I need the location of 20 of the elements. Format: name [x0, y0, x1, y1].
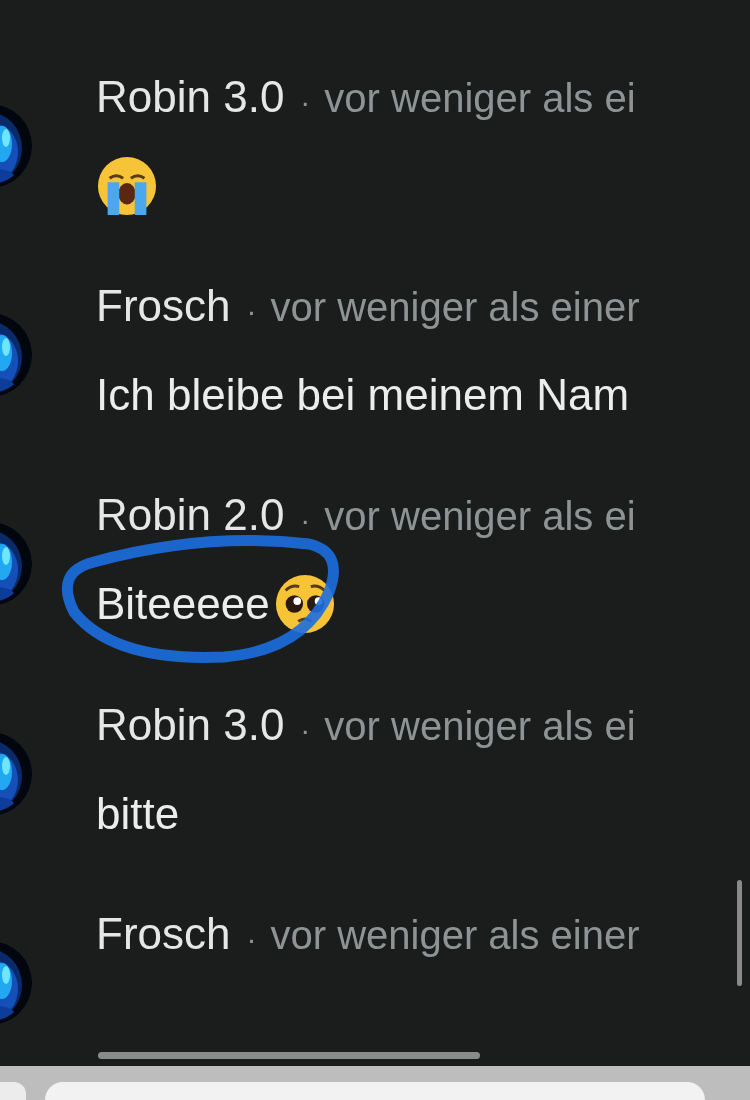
message-text: Ich bleibe bei meinem Nam — [96, 370, 630, 421]
pleading-face-icon — [273, 573, 336, 636]
message-text: bitte — [96, 788, 180, 839]
separator-dot: · — [300, 85, 311, 119]
separator-dot: · — [300, 503, 311, 538]
timestamp: vor weniger als einer — [270, 285, 640, 331]
crying-face-icon — [96, 155, 158, 217]
timestamp: vor weniger als einer — [270, 912, 640, 958]
timestamp: vor weniger als ei — [324, 76, 636, 121]
separator-dot: · — [246, 921, 257, 956]
message-text: Biteeeee — [96, 579, 270, 630]
author-name: Robin 3.0 — [96, 699, 285, 750]
author-name: Robin 2.0 — [96, 490, 285, 541]
timestamp: vor weniger als ei — [324, 703, 636, 749]
author-name: Frosch — [96, 281, 231, 332]
author-name: Frosch — [96, 908, 231, 959]
timestamp: vor weniger als ei — [324, 494, 636, 540]
separator-dot: · — [246, 294, 257, 329]
author-name: Robin 3.0 — [96, 72, 285, 122]
separator-dot: · — [300, 712, 311, 747]
